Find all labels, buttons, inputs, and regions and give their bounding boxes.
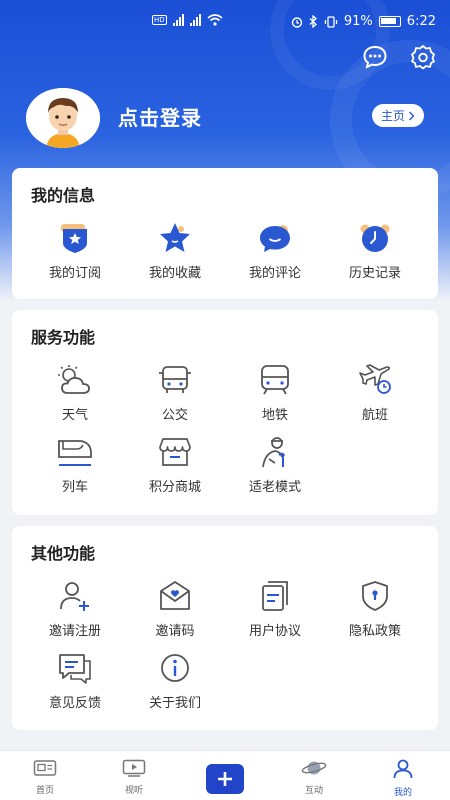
elderly-mode-item[interactable]: 适老模式 [225,434,325,495]
user-agreement-label: 用户协议 [248,624,301,639]
elderly-mode-label: 适老模式 [248,480,301,495]
points-mall-label: 积分商城 [148,480,201,495]
clock: 6:22 [406,14,436,29]
weather-icon [55,362,95,398]
avatar-icon [26,88,100,148]
signal-indicators: HD [152,14,223,26]
chevron-right-icon [409,111,415,120]
my-subscription-label: 我的订阅 [48,266,101,281]
services-title: 服务功能 [31,328,96,347]
tab-video-label: 视听 [124,786,143,796]
alarm-icon [291,16,303,28]
history-item[interactable]: 历史记录 [325,220,425,281]
feedback-label: 意见反馈 [48,696,101,711]
my-comments-label: 我的评论 [248,266,301,281]
status-bar: HD 91% 6:22 [0,0,450,44]
header-actions [362,44,436,70]
invite-register-item[interactable]: 邀请注册 [25,578,125,639]
other-functions-card: 其他功能 邀请注册 邀请码 用户协议 隐私政策 意见反馈 关于我们 [12,526,438,730]
plus-icon [218,772,232,786]
star-icon [155,220,195,256]
flight-item[interactable]: 航班 [325,362,425,423]
user-icon [393,759,413,779]
my-favorites-label: 我的收藏 [148,266,201,281]
user-agreement-item[interactable]: 用户协议 [225,578,325,639]
add-button[interactable] [206,764,244,794]
invite-code-item[interactable]: 邀请码 [125,578,225,639]
history-label: 历史记录 [348,266,401,281]
my-info-card: 我的信息 我的订阅 我的收藏 我的评论 历史记录 [12,168,438,299]
train-item[interactable]: 列车 [25,434,125,495]
home-icon [33,760,57,776]
my-subscription-item[interactable]: 我的订阅 [25,220,125,281]
train-icon [55,434,95,470]
home-page-button-label: 主页 [380,109,405,123]
profile-section: 点击登录 主页 [26,88,424,148]
video-icon [122,759,146,777]
about-icon [155,650,195,686]
vibrate-icon [324,15,338,28]
invite-code-label: 邀请码 [155,624,195,639]
wifi-icon [207,14,223,26]
settings-icon[interactable] [410,44,436,70]
train-label: 列车 [61,480,88,495]
battery-percent: 91% [343,14,373,29]
services-card: 服务功能 天气 公交 地铁 航班 列车 积分商城 适老模式 [12,310,438,515]
comment-icon [255,220,295,256]
message-icon[interactable] [362,44,388,70]
elderly-mode-icon [255,434,295,470]
feedback-icon [55,650,95,686]
subway-icon [255,362,295,398]
avatar[interactable] [26,88,100,148]
flight-icon [355,362,395,398]
points-mall-item[interactable]: 积分商城 [125,434,225,495]
signal-icon [189,14,201,26]
login-link[interactable]: 点击登录 [118,102,202,131]
home-page-button[interactable]: 主页 [371,104,424,127]
bluetooth-icon [309,15,317,28]
invite-register-label: 邀请注册 [48,624,101,639]
points-mall-icon [155,434,195,470]
bus-item[interactable]: 公交 [125,362,225,423]
privacy-policy-label: 隐私政策 [348,624,401,639]
tab-home-label: 首页 [35,786,54,796]
invite-register-icon [55,578,95,614]
privacy-policy-item[interactable]: 隐私政策 [325,578,425,639]
bottom-tab-bar: 首页 视听 互动 我的 [0,750,450,800]
bus-label: 公交 [161,408,188,423]
battery-icon [378,16,401,27]
weather-label: 天气 [61,408,88,423]
planet-icon [301,761,327,775]
subscription-icon [55,220,95,256]
subway-item[interactable]: 地铁 [225,362,325,423]
tab-interact-label: 互动 [304,786,323,796]
my-favorites-item[interactable]: 我的收藏 [125,220,225,281]
tab-home[interactable]: 首页 [15,759,75,796]
history-icon [355,220,395,256]
other-functions-title: 其他功能 [31,544,96,563]
my-info-title: 我的信息 [31,186,96,205]
tab-interact[interactable]: 互动 [284,759,344,796]
tab-video[interactable]: 视听 [104,759,164,796]
hd-icon: HD [152,15,167,25]
weather-item[interactable]: 天气 [25,362,125,423]
about-us-item[interactable]: 关于我们 [125,650,225,711]
tab-mine-label: 我的 [393,788,412,798]
privacy-policy-icon [355,578,395,614]
my-comments-item[interactable]: 我的评论 [225,220,325,281]
bus-icon [155,362,195,398]
system-indicators: 91% 6:22 [291,14,436,29]
signal-icon [172,14,184,26]
flight-label: 航班 [361,408,388,423]
about-us-label: 关于我们 [148,696,201,711]
feedback-item[interactable]: 意见反馈 [25,650,125,711]
invite-code-icon [155,578,195,614]
user-agreement-icon [255,578,295,614]
subway-label: 地铁 [261,408,288,423]
tab-mine[interactable]: 我的 [373,759,433,798]
